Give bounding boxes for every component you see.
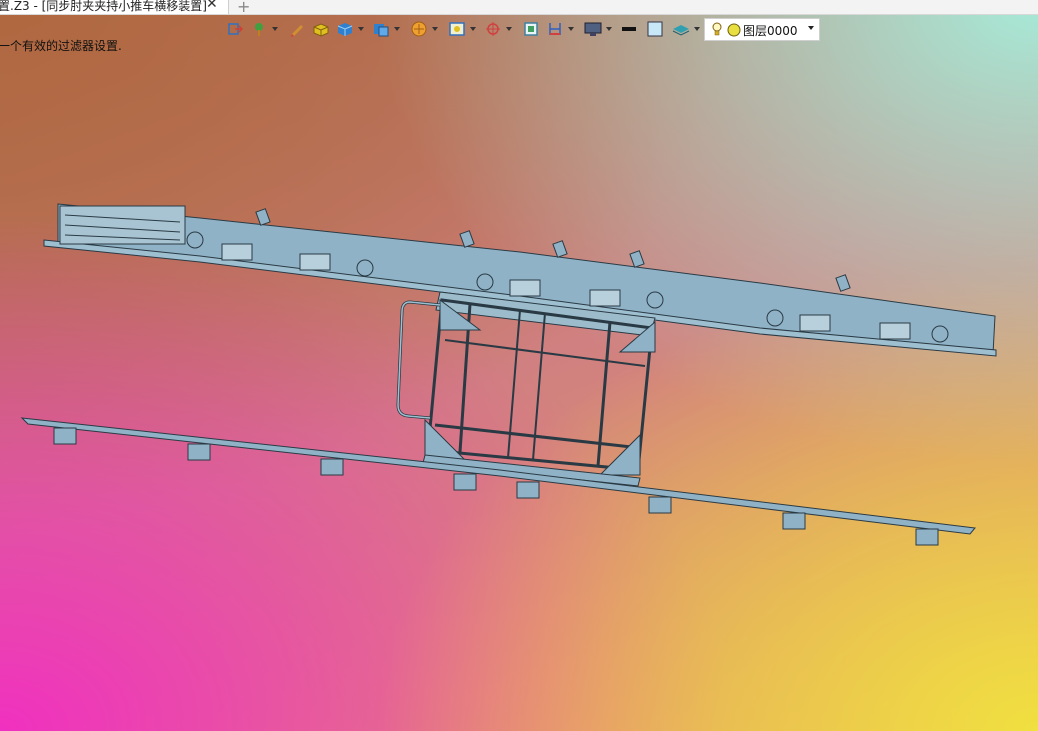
color-swatch-icon[interactable] <box>644 18 666 40</box>
display-icon[interactable] <box>446 18 468 40</box>
document-tab-strip: 置.Z3 - [同步肘夹夹持小推车横移装置] ✕ + <box>0 0 1038 16</box>
document-tab[interactable]: 置.Z3 - [同步肘夹夹持小推车横移装置] ✕ <box>0 0 229 14</box>
chevron-down-icon[interactable] <box>506 27 512 31</box>
chevron-down-icon[interactable] <box>272 27 278 31</box>
axis-icon[interactable] <box>482 18 504 40</box>
beam-end-left <box>59 205 186 245</box>
layer-name: 图层0000 <box>743 24 798 38</box>
layers-icon[interactable] <box>670 18 692 40</box>
lightbulb-icon[interactable] <box>711 22 723 37</box>
filter-status-message: 一个有效的过滤器设置. <box>0 39 122 53</box>
chevron-down-icon[interactable] <box>694 27 700 31</box>
new-tab-icon[interactable]: + <box>237 0 250 16</box>
trolley-corner-gusset <box>598 433 641 476</box>
chevron-down-icon[interactable] <box>394 27 400 31</box>
chevron-down-icon[interactable] <box>606 27 612 31</box>
pencil-icon[interactable] <box>286 18 308 40</box>
chevron-down-icon[interactable] <box>432 27 438 31</box>
monitor-icon[interactable] <box>582 18 604 40</box>
chevron-down-icon[interactable] <box>808 26 814 30</box>
layer-color-icon <box>727 23 741 37</box>
chevron-down-icon[interactable] <box>358 27 364 31</box>
frame-icon[interactable] <box>520 18 542 40</box>
rail-feet <box>53 427 939 546</box>
document-tab-title: 置.Z3 - [同步肘夹夹持小推车横移装置] <box>0 0 207 13</box>
view-toolbar <box>224 18 704 40</box>
cube-icon[interactable] <box>334 18 356 40</box>
exit-icon[interactable] <box>224 18 246 40</box>
line-weight-icon[interactable] <box>618 18 640 40</box>
pin-icon[interactable] <box>248 18 270 40</box>
assembly-model[interactable] <box>0 0 1038 731</box>
chevron-down-icon[interactable] <box>470 27 476 31</box>
lower-guide-rail <box>20 417 976 535</box>
chevron-down-icon[interactable] <box>568 27 574 31</box>
layer-selector[interactable]: 图层0000 <box>704 18 820 41</box>
cube-stack-icon[interactable] <box>370 18 392 40</box>
dimension-icon[interactable] <box>544 18 566 40</box>
upper-beam <box>57 203 996 355</box>
box-yellow-icon[interactable] <box>310 18 332 40</box>
close-icon[interactable]: ✕ <box>206 0 218 11</box>
render-icon[interactable] <box>408 18 430 40</box>
